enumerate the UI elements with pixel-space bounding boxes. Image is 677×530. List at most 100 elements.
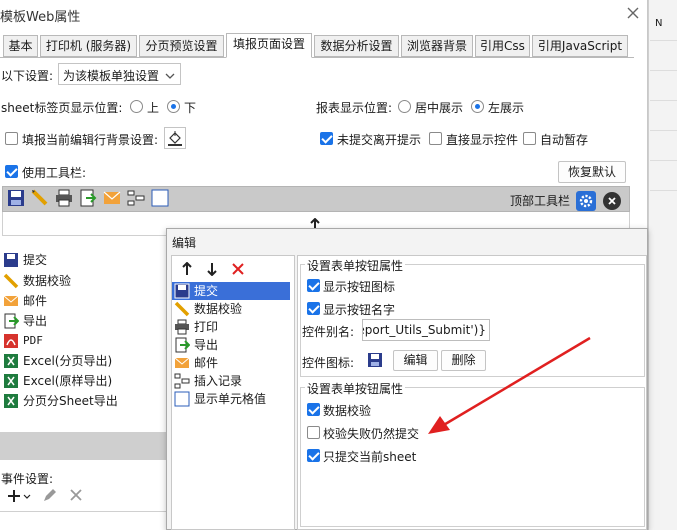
tab-printer[interactable]: 打印机 (服务器)	[40, 35, 137, 57]
remove-item-icon[interactable]	[231, 262, 245, 276]
save-icon	[174, 283, 190, 299]
section1-title: 设置表单按钮属性	[305, 257, 406, 274]
top-toolbar-label: 顶部工具栏	[510, 194, 571, 208]
auto-pause-label: 自动暂存	[540, 133, 589, 147]
report-position-center-label: 居中展示	[415, 101, 464, 115]
pencil-icon[interactable]	[30, 188, 50, 208]
delete-event-icon[interactable]	[68, 487, 84, 503]
data-verify-checkbox[interactable]	[307, 403, 320, 416]
dialog-list-item-label: 导出	[194, 338, 219, 352]
background-window	[648, 0, 677, 530]
chevron-down-icon	[165, 69, 175, 83]
only-current-sheet-checkbox[interactable]	[307, 449, 320, 462]
tab-css[interactable]: 引用Css	[475, 35, 530, 57]
dialog-list-item-label: 邮件	[194, 356, 219, 370]
excel-icon	[3, 373, 19, 389]
sheet-position-up-label: 上	[147, 101, 160, 115]
auto-pause-checkbox[interactable]	[523, 132, 536, 145]
cell-value-icon[interactable]	[150, 188, 170, 208]
fill-bg-label: 填报当前编辑行背景设置:	[22, 133, 159, 147]
list-item-label: Excel(分页导出)	[23, 354, 113, 368]
list-item-label: 导出	[23, 314, 48, 328]
insert-record-icon	[174, 373, 190, 389]
report-position-left-label: 左展示	[488, 101, 525, 115]
use-toolbar-label: 使用工具栏:	[22, 166, 87, 180]
mail-icon	[174, 355, 190, 371]
background-gridline	[650, 160, 677, 161]
export-icon	[3, 313, 20, 329]
mail-icon	[3, 293, 19, 309]
tab-browser-bg[interactable]: 浏览器背景	[401, 35, 473, 57]
unsubmitted-leave-checkbox[interactable]	[320, 132, 333, 145]
event-settings-divider	[0, 511, 168, 512]
tab-basic[interactable]: 基本	[3, 35, 38, 57]
alias-label: 控件别名:	[302, 325, 355, 339]
only-current-sheet-label: 只提交当前sheet	[323, 450, 417, 464]
pencil-icon	[3, 273, 19, 289]
insert-record-icon[interactable]	[126, 188, 146, 208]
dialog-list-item-label: 提交	[194, 284, 219, 298]
report-position-label: 报表显示位置:	[316, 101, 393, 115]
background-gridline	[650, 40, 677, 41]
unsubmitted-leave-label: 未提交离开提示	[337, 133, 422, 147]
add-event-icon[interactable]	[6, 487, 32, 505]
list-item-label: 提交	[23, 253, 48, 267]
tab-page-preview[interactable]: 分页预览设置	[139, 35, 224, 57]
dialog-list-item-label: 显示单元格值	[194, 392, 267, 406]
section2-title: 设置表单按钮属性	[305, 380, 406, 397]
dialog-list-item-selected[interactable]: 提交	[172, 282, 290, 300]
remove-toolbar-icon[interactable]	[603, 192, 621, 210]
pdf-icon	[3, 333, 19, 349]
background-window-letter: N	[655, 18, 663, 29]
tab-bar-line	[0, 57, 634, 58]
annotation-arrow	[428, 336, 591, 434]
background-gridline	[650, 130, 677, 131]
close-icon[interactable]	[626, 6, 640, 20]
background-gridline	[650, 190, 677, 191]
excel-icon	[3, 393, 19, 409]
gear-icon[interactable]	[576, 191, 596, 211]
sheet-position-label: sheet标签页显示位置:	[1, 101, 123, 115]
background-gridline	[650, 70, 677, 71]
tab-fill-page[interactable]: 填报页面设置	[226, 33, 312, 58]
save-icon[interactable]	[6, 188, 26, 208]
tab-data-analysis[interactable]: 数据分析设置	[314, 35, 399, 57]
save-icon	[3, 252, 19, 268]
fill-bg-checkbox[interactable]	[5, 132, 18, 145]
show-name-checkbox[interactable]	[307, 302, 320, 315]
verify-fail-submit-label: 校验失败仍然提交	[323, 427, 420, 441]
list-item-label: PDF	[23, 334, 43, 347]
report-position-center-radio[interactable]	[398, 100, 411, 113]
scope-select-value: 为该模板单独设置	[63, 69, 160, 83]
sheet-position-down-radio[interactable]	[167, 100, 180, 113]
tab-javascript[interactable]: 引用JavaScript	[532, 35, 628, 57]
move-up-icon[interactable]	[181, 261, 193, 276]
mail-icon[interactable]	[102, 188, 122, 208]
edit-event-icon[interactable]	[42, 487, 58, 503]
show-icon-checkbox[interactable]	[307, 279, 320, 292]
list-item-label: 邮件	[23, 294, 48, 308]
printer-icon[interactable]	[54, 188, 74, 208]
list-item-label: 分页分Sheet导出	[23, 394, 118, 408]
paint-bucket-icon[interactable]	[164, 127, 186, 149]
show-icon-label: 显示按钮图标	[323, 280, 396, 294]
dialog-list-item-label: 打印	[194, 320, 219, 334]
direct-display-label: 直接显示控件	[446, 133, 519, 147]
use-toolbar-checkbox[interactable]	[5, 165, 18, 178]
list-item-label: 数据校验	[23, 274, 72, 288]
dialog-list-item-label: 插入记录	[194, 374, 243, 388]
report-position-left-radio[interactable]	[471, 100, 484, 113]
verify-fail-submit-checkbox[interactable]	[307, 426, 320, 439]
move-down-icon[interactable]	[206, 262, 218, 277]
excel-icon	[3, 353, 19, 369]
restore-default-button[interactable]: 恢复默认	[558, 161, 626, 183]
scope-select[interactable]: 为该模板单独设置	[58, 63, 181, 85]
cell-value-icon	[174, 391, 190, 407]
save-icon	[367, 352, 383, 368]
direct-display-checkbox[interactable]	[429, 132, 442, 145]
list-item-label: Excel(原样导出)	[23, 374, 113, 388]
dialog-list-item-label: 数据校验	[194, 302, 243, 316]
export-icon[interactable]	[78, 188, 98, 208]
sheet-position-down-label: 下	[184, 101, 197, 115]
sheet-position-up-radio[interactable]	[130, 100, 143, 113]
